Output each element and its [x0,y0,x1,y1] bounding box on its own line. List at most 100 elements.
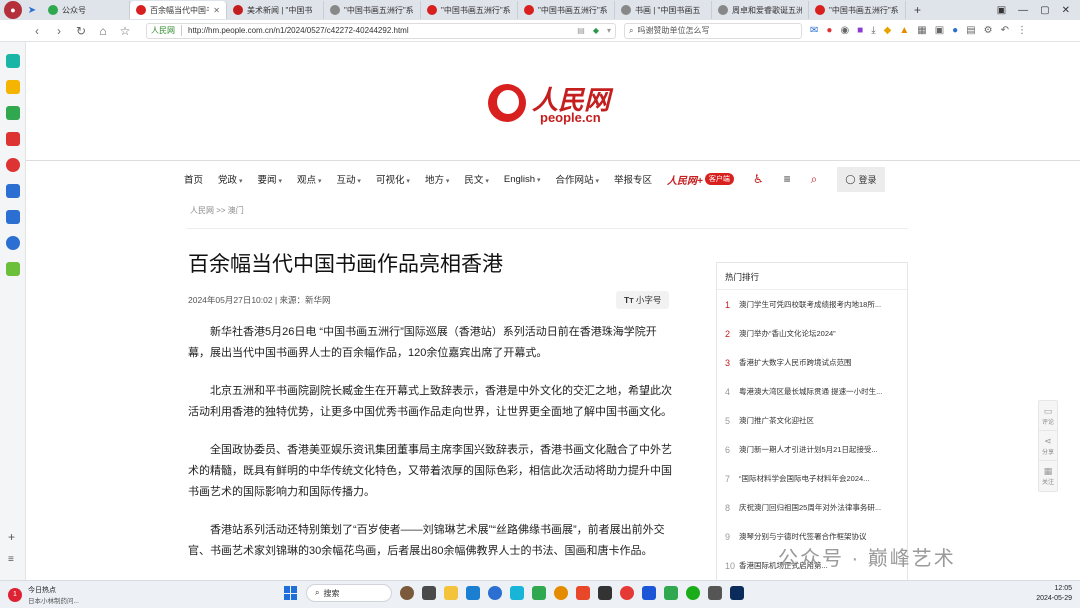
app-green2-icon[interactable] [664,586,678,600]
news-widget[interactable]: 1 今日热点 日本小林制药问... [8,585,79,605]
hot-item[interactable]: 7 “国际材料学会国际电子材料年会2024... [725,464,899,493]
client-app-link[interactable]: 人民网+ 客户端 [667,172,734,187]
weibo-icon[interactable]: ● [826,25,832,36]
nav-item[interactable]: 首页 [184,172,203,186]
hot-item[interactable]: 6 澳门新一期人才引进计划5月21日起接受... [725,435,899,464]
nav-item[interactable]: 要闻 [258,172,282,186]
menu-icon[interactable]: ▣ [997,5,1006,16]
hot-item[interactable]: 4 粤港澳大湾区最长城际贯通 提速一小时生... [725,377,899,406]
profile-avatar-icon[interactable]: ● [4,1,22,19]
browser-search-input[interactable]: ⌕ 吗谢赞助单位怎么写 [624,22,802,39]
nav-item[interactable]: 合作网站 [556,172,599,186]
browser-tab[interactable]: "中国书画五洲行"系 [809,1,906,19]
more-icon[interactable]: ⋮ [1017,25,1027,36]
accessibility-icon[interactable]: ♿ [753,172,764,186]
browser-tab[interactable]: 百余幅当代中国书画✕ [130,1,227,19]
sidebar-image-icon[interactable] [6,106,20,120]
ext-icon[interactable]: ● [952,25,958,36]
favorites-star-icon[interactable] [6,80,20,94]
back-button[interactable]: ‹ [26,24,48,38]
collection-icon[interactable]: ▣ [935,25,944,36]
app-blue-icon[interactable] [642,586,656,600]
new-tab-button[interactable]: + [906,3,929,17]
browser-tab[interactable]: "中国书画五洲行"系 [518,1,615,19]
people-logo[interactable]: 人民网 people.cn [488,78,648,128]
breadcrumb[interactable]: 人民网 >> 澳门 [190,205,244,216]
dropdown-icon[interactable]: ▾ [607,26,611,35]
shield-ext-icon[interactable]: ◆ [884,25,892,36]
site-search-icon[interactable]: ⌕ [811,172,818,187]
shield-icon[interactable]: ◆ [593,26,599,35]
sidebar-add-icon[interactable]: + [8,530,15,544]
sidebar-weibo-icon[interactable] [6,158,20,172]
hot-item[interactable]: 8 庆祝澳门回归祖国25周年对外法律事务研... [725,493,899,522]
download-icon[interactable]: ⤓ [871,25,875,36]
font-size-toggle[interactable]: TT 小字号 [616,291,670,309]
sidebar-notes-icon[interactable] [6,210,20,224]
translate-icon[interactable]: ■ [857,25,863,36]
hot-item[interactable]: 2 澳门举办“香山文化论坛2024” [725,319,899,348]
sidebar-app2-icon[interactable] [6,236,20,250]
otter-app-icon[interactable] [400,586,414,600]
comment-button[interactable]: ▭ 评论 [1039,401,1057,431]
browser-tab[interactable]: 公众号 [42,1,130,19]
nav-item[interactable]: 举报专区 [614,172,652,186]
browser-tab[interactable]: "中国书画五洲行"系 [421,1,518,19]
app-grey-icon[interactable] [708,586,722,600]
photoshop-icon[interactable] [730,586,744,600]
wechat-icon[interactable] [686,586,700,600]
bookmark-star-icon[interactable]: ☆ [114,24,136,38]
app-dark-icon[interactable] [598,586,612,600]
nav-item[interactable]: 观点 [297,172,321,186]
minimize-button[interactable]: — [1018,5,1028,16]
illustrator-icon[interactable] [576,586,590,600]
sidebar-scissors-icon[interactable] [6,262,20,276]
nav-item[interactable]: English [504,174,541,185]
hot-item[interactable]: 5 澳门推广茶文化迎社区 [725,406,899,435]
reader-icon[interactable]: ▤ [577,26,585,35]
app-red-icon[interactable] [620,586,634,600]
nav-item[interactable]: 可视化 [376,172,410,186]
sidebar-menu-icon[interactable]: ≡ [8,554,14,565]
chrome-icon[interactable] [488,586,502,600]
sidebar-doc-icon[interactable] [6,132,20,146]
nav-item[interactable]: 民文 [464,172,488,186]
edge-icon[interactable] [466,586,480,600]
share-button[interactable]: ⋖ 分享 [1039,431,1057,461]
mail-icon[interactable]: ✉ [810,25,818,36]
url-field[interactable]: 人民网 http://hm.people.com.cn/n1/2024/0527… [146,22,616,39]
app-green-icon[interactable] [532,586,546,600]
task-view-icon[interactable] [422,586,436,600]
maximize-button[interactable]: ▢ [1040,5,1049,16]
app-v-icon[interactable] [510,586,524,600]
hot-item[interactable]: 1 澳门学生可凭四校联考成绩报考内地18所... [725,290,899,319]
apps-grid-icon[interactable]: ▦ [917,25,926,36]
file-explorer-icon[interactable] [444,586,458,600]
eye-icon[interactable]: ◉ [840,25,849,36]
nav-item[interactable]: 互动 [336,172,360,186]
sidebar-app-icon[interactable] [6,54,20,68]
browser-tab[interactable]: 周卓和爱睿歌诞五洲 [712,1,809,19]
telegram-icon[interactable]: ➤ [22,5,42,16]
settings-icon[interactable]: ⚙ [984,25,993,36]
sidebar-mail-icon[interactable] [6,184,20,198]
close-tab-icon[interactable]: ✕ [209,6,220,15]
game-icon[interactable]: ▲ [899,25,909,36]
browser-tab[interactable]: 书画 | "中国书画五 [615,1,712,19]
note-icon[interactable]: ▤ [966,25,975,36]
menu-list-icon[interactable]: ≡ [784,172,791,186]
nav-item[interactable]: 地方 [425,172,449,186]
follow-button[interactable]: ▦ 关注 [1039,461,1057,491]
forward-button[interactable]: › [48,24,70,38]
system-clock[interactable]: 12:05 2024-05-29 [1036,584,1072,604]
undo-icon[interactable]: ↶ [1001,25,1009,36]
nav-item[interactable]: 党政 [218,172,242,186]
browser-tab[interactable]: "中国书画五洲行"系 [324,1,421,19]
start-windows-icon[interactable] [284,586,298,600]
browser-tab[interactable]: 美术新闻 | "中国书 [227,1,324,19]
taskbar-search[interactable]: ⌕ 搜索 [306,584,392,602]
hot-item[interactable]: 3 香港扩大数字人民币跨境试点范围 [725,348,899,377]
login-button[interactable]: ◯ 登录 [837,166,885,192]
home-icon[interactable]: ⌂ [92,24,114,38]
app-orange-icon[interactable] [554,586,568,600]
